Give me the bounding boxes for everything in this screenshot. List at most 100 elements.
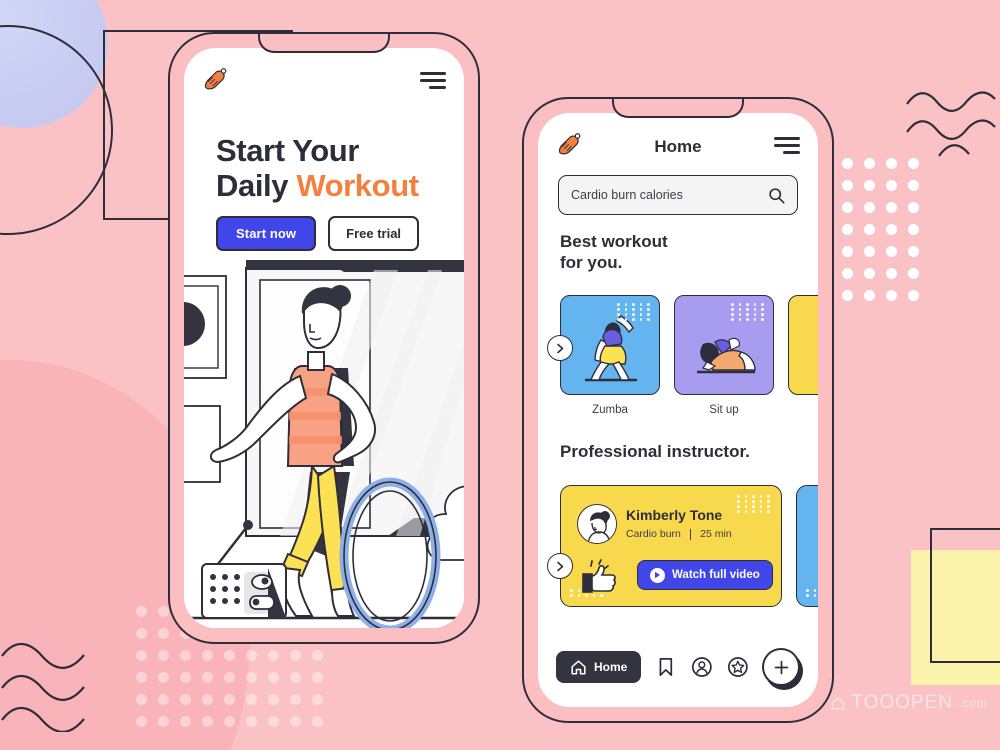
bottom-navigation[interactable]: Home bbox=[556, 648, 800, 686]
decorative-dot bbox=[135, 605, 147, 617]
decorative-dot bbox=[245, 715, 257, 727]
decorative-dot bbox=[201, 649, 213, 661]
dot-pattern bbox=[806, 589, 818, 597]
decorative-dot bbox=[245, 693, 257, 705]
workout-card-item[interactable]: Zumba bbox=[560, 295, 660, 416]
decorative-dot bbox=[311, 671, 323, 683]
workout-card-situp[interactable] bbox=[674, 295, 774, 395]
headline-line-2: Daily Workout bbox=[216, 168, 446, 203]
decorative-dot bbox=[157, 671, 169, 683]
decorative-dot bbox=[907, 223, 919, 235]
search-icon[interactable] bbox=[768, 187, 785, 204]
bookmark-icon[interactable] bbox=[655, 656, 677, 678]
decorative-dot bbox=[863, 289, 875, 301]
decorative-dot bbox=[863, 223, 875, 235]
canvas: Start Your Daily Workout Start now Free … bbox=[0, 0, 1000, 750]
best-workout-line-1: Best workout bbox=[560, 232, 668, 251]
hamburger-menu-icon[interactable] bbox=[774, 137, 800, 158]
workout-carousel-next-button[interactable] bbox=[547, 335, 573, 361]
landing-illustration bbox=[184, 260, 464, 628]
decorative-dot bbox=[267, 693, 279, 705]
best-workout-line-2: for you. bbox=[560, 253, 623, 273]
landing-cta-group: Start now Free trial bbox=[216, 216, 420, 251]
instructor-name: Kimberly Tone bbox=[626, 507, 723, 523]
decorative-dot bbox=[863, 267, 875, 279]
decorative-dot bbox=[841, 179, 853, 191]
rectangle-outline-bottom-right bbox=[930, 528, 1000, 663]
headline-accent: Workout bbox=[296, 168, 419, 204]
search-value: Cardio burn calories bbox=[571, 188, 683, 202]
instructor-avatar-icon bbox=[579, 506, 616, 543]
decorative-dot bbox=[289, 715, 301, 727]
decorative-dot bbox=[885, 179, 897, 191]
hamburger-menu-icon[interactable] bbox=[420, 72, 446, 93]
decorative-dot bbox=[311, 649, 323, 661]
decorative-dot bbox=[863, 201, 875, 213]
play-icon bbox=[650, 567, 665, 583]
star-icon[interactable] bbox=[727, 656, 749, 678]
dot-pattern bbox=[731, 303, 766, 321]
workout-card-item-partial[interactable] bbox=[788, 295, 818, 416]
add-button[interactable] bbox=[762, 648, 800, 686]
decorative-dot bbox=[267, 649, 279, 661]
decorative-dot bbox=[885, 289, 897, 301]
watch-full-video-button[interactable]: Watch full video bbox=[637, 560, 773, 590]
watermark: TOOOPEN .com bbox=[830, 692, 988, 714]
phone-screen-landing: Start Your Daily Workout Start now Free … bbox=[184, 48, 464, 628]
decorative-dot bbox=[157, 649, 169, 661]
decorative-dot bbox=[179, 649, 191, 661]
decorative-dot bbox=[135, 627, 147, 639]
decorative-dot bbox=[907, 201, 919, 213]
workout-card-partial[interactable] bbox=[788, 295, 818, 395]
decorative-dot bbox=[289, 693, 301, 705]
decorative-dot bbox=[223, 649, 235, 661]
decorative-dot bbox=[201, 671, 213, 683]
section-heading-instructor: Professional instructor. bbox=[560, 442, 750, 461]
phone-notch bbox=[612, 99, 744, 118]
start-now-button[interactable]: Start now bbox=[216, 216, 317, 251]
phone-screen-home: Home Cardio burn calories Best workout f… bbox=[538, 113, 818, 707]
instructor-carousel-next-button[interactable] bbox=[547, 553, 573, 579]
decorative-dot bbox=[907, 245, 919, 257]
workout-card-carousel[interactable]: Zumba Sit up bbox=[560, 295, 818, 416]
headline-plain: Daily bbox=[216, 168, 297, 204]
headline-line-1: Start Your bbox=[216, 133, 359, 168]
nav-item-home[interactable]: Home bbox=[556, 651, 642, 683]
phone-mockup-home: Home Cardio burn calories Best workout f… bbox=[522, 97, 834, 723]
decorative-dot bbox=[267, 671, 279, 683]
workout-card-item[interactable]: Sit up bbox=[674, 295, 774, 416]
watch-button-label: Watch full video bbox=[672, 569, 760, 581]
decorative-dot bbox=[135, 693, 147, 705]
decorative-dot bbox=[841, 289, 853, 301]
avatar bbox=[577, 504, 617, 544]
decorative-dot bbox=[863, 245, 875, 257]
watermark-logo-icon bbox=[832, 697, 845, 710]
decorative-dot bbox=[245, 649, 257, 661]
instructor-card-partial[interactable] bbox=[796, 485, 818, 607]
decorative-dot bbox=[223, 715, 235, 727]
decorative-dot bbox=[201, 693, 213, 705]
instructor-card[interactable]: Kimberly Tone Cardio burn 25 min Watch f… bbox=[560, 485, 782, 607]
search-input[interactable]: Cardio burn calories bbox=[558, 175, 798, 215]
carrot-icon[interactable] bbox=[202, 66, 228, 92]
user-icon[interactable] bbox=[691, 656, 713, 678]
landing-headline: Start Your Daily Workout bbox=[216, 133, 446, 204]
instructor-card-carousel[interactable]: Kimberly Tone Cardio burn 25 min Watch f… bbox=[560, 485, 818, 607]
chevron-right-icon bbox=[556, 343, 563, 353]
decorative-dot bbox=[179, 693, 191, 705]
decorative-dot bbox=[841, 223, 853, 235]
decorative-dot bbox=[289, 671, 301, 683]
decorative-dot bbox=[863, 157, 875, 169]
thumbs-up-icon[interactable] bbox=[581, 556, 621, 596]
phone-notch bbox=[258, 34, 390, 53]
dot-pattern bbox=[617, 303, 652, 321]
decorative-dot bbox=[179, 671, 191, 683]
decorative-dot bbox=[907, 179, 919, 191]
instructor-duration: 25 min bbox=[700, 528, 732, 540]
plus-icon bbox=[774, 660, 789, 674]
decorative-dot bbox=[157, 693, 169, 705]
dot-grid-right bbox=[836, 152, 924, 306]
decorative-dot bbox=[179, 715, 191, 727]
workout-card-zumba[interactable] bbox=[560, 295, 660, 395]
free-trial-button[interactable]: Free trial bbox=[328, 216, 420, 251]
